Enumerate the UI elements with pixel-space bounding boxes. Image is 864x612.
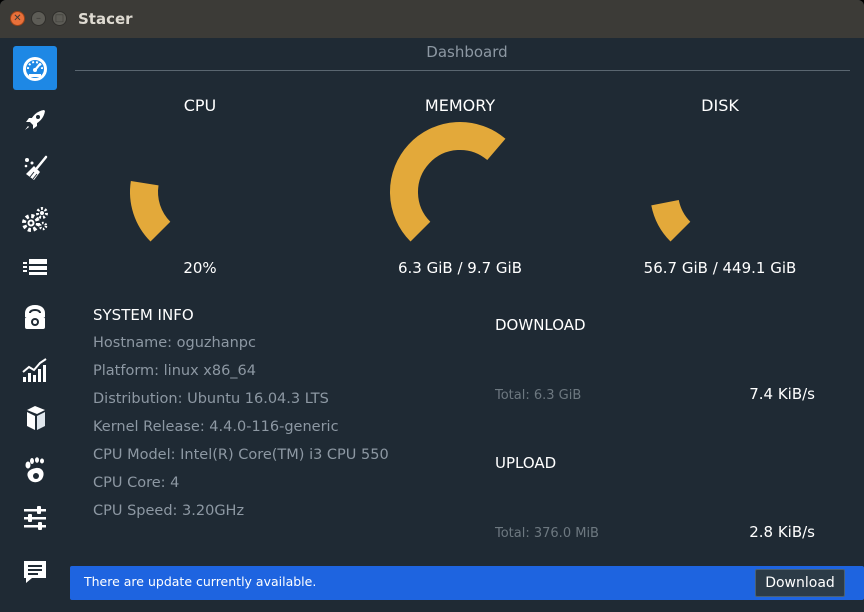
title-divider bbox=[75, 70, 850, 71]
sidebar-item-startup-apps[interactable] bbox=[13, 98, 57, 142]
maximize-window-button[interactable]: □ bbox=[52, 11, 67, 26]
sidebar-item-resources[interactable] bbox=[13, 348, 57, 392]
system-info-title: SYSTEM INFO bbox=[93, 306, 194, 324]
sidebar-item-services[interactable] bbox=[13, 198, 57, 242]
message-icon bbox=[24, 561, 46, 583]
upload-speed: 2.8 KiB/s bbox=[749, 523, 815, 541]
chart-icon bbox=[22, 358, 47, 382]
gears-icon bbox=[22, 207, 48, 232]
rocket-icon bbox=[25, 110, 45, 130]
sidebar-item-dashboard[interactable] bbox=[13, 46, 57, 90]
upload-title: UPLOAD bbox=[495, 454, 557, 472]
memory-gauge-label: MEMORY bbox=[424, 96, 496, 115]
sidebar-item-system-cleaner[interactable] bbox=[13, 146, 57, 190]
upload-total: Total: 376.0 MiB bbox=[495, 526, 599, 541]
gnome-foot-icon bbox=[25, 457, 44, 483]
cpu-gauge bbox=[130, 181, 171, 242]
page-title: Dashboard bbox=[426, 43, 508, 61]
sidebar-item-processes[interactable] bbox=[13, 246, 57, 290]
cpu-speed-line: CPU Speed: 3.20GHz bbox=[93, 503, 245, 519]
disk-gauge-label: DISK bbox=[701, 96, 739, 115]
package-icon bbox=[25, 305, 45, 329]
download-updates-button[interactable]: Download bbox=[755, 569, 845, 597]
title-bar: ✕ – □ Stacer bbox=[0, 0, 864, 38]
cpu-gauge-arc bbox=[130, 181, 171, 242]
disk-usage-value: 56.7 GiB / 449.1 GiB bbox=[643, 259, 797, 277]
download-title: DOWNLOAD bbox=[495, 316, 586, 334]
processes-icon bbox=[23, 259, 47, 275]
cpu-gauge-label: CPU bbox=[183, 96, 217, 115]
dashboard-panel: Dashboard CPU 20% MEMORY 6.3 GiB / 9.7 G… bbox=[70, 38, 864, 612]
kernel-release-line: Kernel Release: 4.4.0-116-generic bbox=[93, 419, 339, 435]
sidebar-item-uninstaller[interactable] bbox=[13, 296, 57, 340]
sidebar-item-apt-repository[interactable] bbox=[13, 396, 57, 440]
cpu-model-line: CPU Model: Intel(R) Core(TM) i3 CPU 550 bbox=[93, 447, 389, 463]
update-message: There are update currently available. bbox=[84, 574, 317, 589]
minimize-window-button[interactable]: – bbox=[31, 11, 46, 26]
maximize-icon: □ bbox=[54, 13, 65, 24]
sidebar-item-gnome-settings[interactable] bbox=[13, 448, 57, 492]
disk-gauge bbox=[651, 199, 691, 242]
close-window-button[interactable]: ✕ bbox=[10, 11, 25, 26]
cpu-core-line: CPU Core: 4 bbox=[93, 475, 180, 491]
sidebar bbox=[0, 38, 70, 612]
sliders-icon bbox=[24, 506, 46, 530]
speedometer-icon bbox=[23, 57, 47, 81]
sidebar-item-feedback[interactable] bbox=[13, 550, 57, 594]
update-notification-bar: There are update currently available. Do… bbox=[70, 566, 864, 600]
hostname-line: Hostname: oguzhanpc bbox=[93, 335, 256, 351]
platform-line: Platform: linux x86_64 bbox=[93, 363, 257, 379]
box-icon bbox=[27, 406, 45, 430]
distribution-line: Distribution: Ubuntu 16.04.3 LTS bbox=[93, 391, 329, 407]
download-total: Total: 6.3 GiB bbox=[495, 388, 582, 403]
download-speed: 7.4 KiB/s bbox=[749, 385, 815, 403]
sidebar-item-settings[interactable] bbox=[13, 496, 57, 540]
memory-gauge-arc bbox=[390, 122, 506, 242]
stacer-window: ✕ – □ Stacer Dashboard CPU 20% MEMORY 6.… bbox=[0, 0, 864, 612]
window-title: Stacer bbox=[78, 10, 133, 28]
close-icon: ✕ bbox=[13, 13, 22, 24]
memory-gauge bbox=[390, 122, 506, 242]
cpu-usage-value: 20% bbox=[183, 259, 217, 277]
memory-usage-value: 6.3 GiB / 9.7 GiB bbox=[398, 259, 522, 277]
broom-icon bbox=[24, 155, 48, 180]
minimize-icon: – bbox=[36, 13, 41, 24]
disk-gauge-arc bbox=[651, 199, 691, 242]
